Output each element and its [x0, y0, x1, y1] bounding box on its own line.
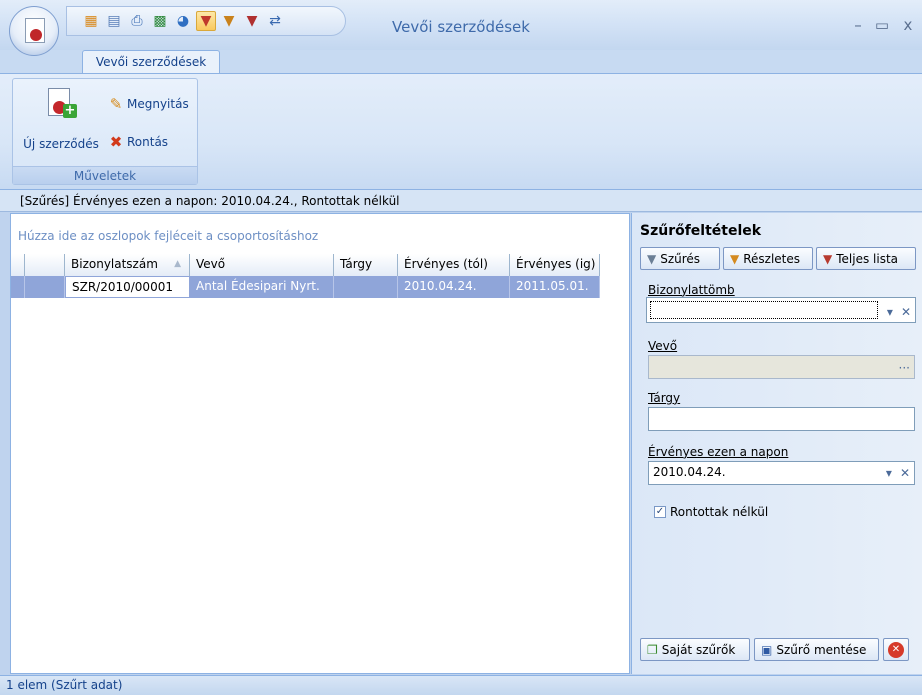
doc-block-field[interactable]: ▾ ✕	[646, 297, 916, 323]
contracts-grid: Húzza ide az oszlopok fejléceit a csopor…	[10, 213, 630, 674]
new-contract-label: Új szerződés	[23, 137, 99, 151]
funnel-icon: ▼	[647, 251, 657, 266]
funnel-detail-icon: ▼	[730, 251, 740, 266]
ribbon-group-muveletek: + Új szerződés ✎ Megnyitás ✖ Rontás Műve…	[12, 78, 198, 185]
save-filter-button[interactable]: ▣ Szűrő mentése	[754, 638, 879, 661]
application-menu-button[interactable]	[9, 6, 59, 56]
clear-x-icon[interactable]: ✕	[900, 463, 910, 483]
maximize-button[interactable]: ▭	[870, 16, 894, 34]
filter-tab[interactable]: ▼ Szűrés	[640, 247, 720, 270]
cell-valid-to[interactable]: 2011.05.01.	[510, 276, 600, 298]
doc-block-label: Bizonylattömb	[648, 283, 735, 297]
column-header-subject[interactable]: Tárgy	[334, 254, 398, 276]
column-header-valid-from[interactable]: Érvényes (tól)	[398, 254, 510, 276]
filter-panel-title: Szűrőfeltételek	[640, 223, 762, 239]
edit-icon: ✎	[109, 95, 123, 113]
table-row[interactable]: SZR/2010/00001 Antal Édesipari Nyrt. 201…	[11, 276, 629, 298]
own-filters-button[interactable]: ❐ Saját szűrők	[640, 638, 750, 661]
checkbox-checked-icon[interactable]: ✓	[654, 506, 666, 518]
cell-subject[interactable]	[334, 276, 398, 298]
customer-field[interactable]: ···	[648, 355, 915, 379]
open-button[interactable]: ✎ Megnyitás	[107, 93, 189, 115]
sort-ascending-icon: ▲	[174, 259, 181, 269]
select-column-header[interactable]	[25, 254, 65, 276]
valid-on-label: Érvényes ezen a napon	[648, 445, 789, 459]
status-bar: 1 elem (Szűrt adat)	[0, 675, 922, 695]
group-label: Műveletek	[13, 166, 197, 184]
close-filter-button[interactable]: ✕	[883, 638, 909, 661]
row-indicator	[11, 276, 25, 298]
save-disk-icon: ▣	[761, 642, 773, 657]
filter-actions: ❐ Saját szűrők ▣ Szűrő mentése ✕	[640, 638, 909, 661]
tab-vevoi-szerzodesek[interactable]: Vevői szerződések	[82, 50, 220, 74]
dropdown-arrow-icon[interactable]: ▾	[886, 463, 892, 483]
exclude-cancelled-checkbox[interactable]: ✓ Rontottak nélkül	[654, 505, 768, 519]
customer-label: Vevő	[648, 339, 678, 353]
full-list-tab[interactable]: ▼ Teljes lista	[816, 247, 916, 270]
funnel-clear-icon: ▼	[823, 251, 833, 266]
column-header-valid-to[interactable]: Érvényes (ig)	[510, 254, 600, 276]
new-contract-button[interactable]: + Új szerződés	[17, 85, 105, 157]
close-button[interactable]: x	[896, 16, 920, 34]
group-by-hint[interactable]: Húzza ide az oszlopok fejléceit a csopor…	[18, 229, 318, 243]
ribbon: + Új szerződés ✎ Megnyitás ✖ Rontás Műve…	[0, 73, 922, 190]
open-label: Megnyitás	[127, 97, 189, 111]
ribbon-tab-row: Vevői szerződések	[0, 50, 922, 74]
clear-x-icon[interactable]: ✕	[901, 302, 911, 322]
row-select-cell[interactable]	[25, 276, 65, 298]
filter-mode-tabs: ▼ Szűrés ▼ Részletes ▼ Teljes lista	[640, 247, 916, 270]
detailed-filter-tab[interactable]: ▼ Részletes	[723, 247, 813, 270]
seal-icon	[30, 29, 42, 41]
window-title: Vevői szerződések	[392, 18, 530, 36]
filter-summary-bar: [Szűrés] Érvényes ezen a napon: 2010.04.…	[0, 190, 922, 212]
new-contract-icon: +	[45, 87, 77, 123]
grid-header: Bizonylatszám ▲ Vevő Tárgy Érvényes (tól)…	[11, 254, 629, 276]
filter-panel: Szűrőfeltételek ▼ Szűrés ▼ Részletes ▼ T…	[631, 213, 922, 674]
cancel-document-label: Rontás	[127, 135, 169, 149]
cell-valid-from[interactable]: 2010.04.24.	[398, 276, 510, 298]
column-header-customer[interactable]: Vevő	[190, 254, 334, 276]
column-header-number[interactable]: Bizonylatszám ▲	[65, 254, 190, 276]
row-indicator-header	[11, 254, 25, 276]
title-bar: ▦ ▤ ⎙ ▩ ◕ ▼ ▼ ▼ ⇄ Vevői szerződések – ▭ x	[0, 0, 922, 50]
subject-label: Tárgy	[648, 391, 681, 405]
ellipsis-browse-icon[interactable]: ···	[899, 358, 910, 378]
close-circle-icon: ✕	[888, 641, 904, 658]
folder-icon: ❐	[647, 642, 658, 657]
minimize-button[interactable]: –	[846, 16, 870, 34]
delete-icon: ✖	[109, 133, 123, 151]
cell-customer[interactable]: Antal Édesipari Nyrt.	[190, 276, 334, 298]
header-filler	[600, 254, 629, 276]
valid-on-date-field[interactable]: 2010.04.24. ▾ ✕	[648, 461, 915, 485]
dropdown-arrow-icon[interactable]: ▾	[887, 302, 893, 322]
cell-number[interactable]: SZR/2010/00001	[65, 276, 190, 298]
row-filler	[600, 276, 629, 298]
subject-field[interactable]	[648, 407, 915, 431]
cancel-document-button[interactable]: ✖ Rontás	[107, 131, 168, 153]
